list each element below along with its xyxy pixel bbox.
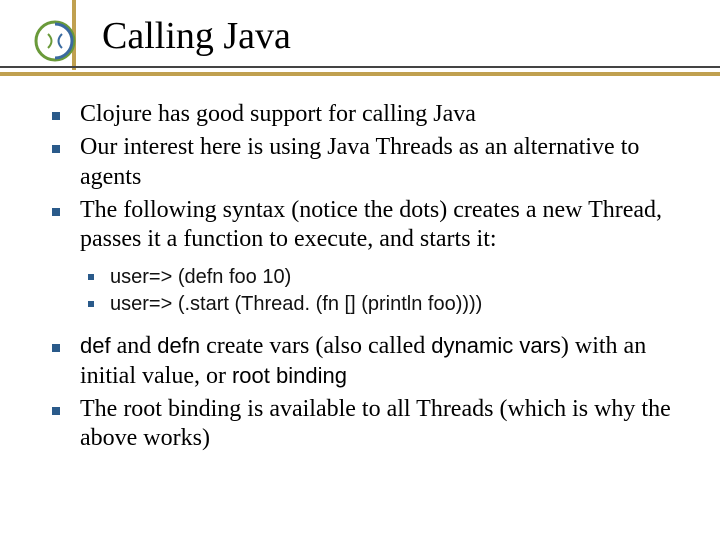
code-line-2: user=> (.start (Thread. (fn [] (println …	[82, 291, 690, 318]
text-create-vars: create vars (also called	[200, 333, 431, 359]
clojure-logo-icon	[34, 20, 76, 62]
divider-gold	[0, 72, 720, 76]
bullet-5: The root binding is available to all Thr…	[38, 395, 690, 454]
slide: Calling Java Clojure has good support fo…	[0, 0, 720, 540]
bullet-4: def and defn create vars (also called dy…	[38, 332, 690, 391]
keyword-def: def	[80, 333, 111, 358]
code-line-1: user=> (defn foo 10)	[82, 264, 690, 291]
term-root-binding: root binding	[232, 363, 347, 388]
slide-body: Clojure has good support for calling Jav…	[38, 100, 690, 457]
bullet-3: The following syntax (notice the dots) c…	[38, 196, 690, 255]
divider-dark	[0, 66, 720, 68]
keyword-defn: defn	[157, 333, 200, 358]
text-and: and	[111, 333, 158, 359]
bullet-1: Clojure has good support for calling Jav…	[38, 100, 690, 129]
bullet-2: Our interest here is using Java Threads …	[38, 133, 690, 192]
term-dynamic-vars: dynamic vars	[431, 333, 561, 358]
slide-title: Calling Java	[102, 14, 291, 58]
